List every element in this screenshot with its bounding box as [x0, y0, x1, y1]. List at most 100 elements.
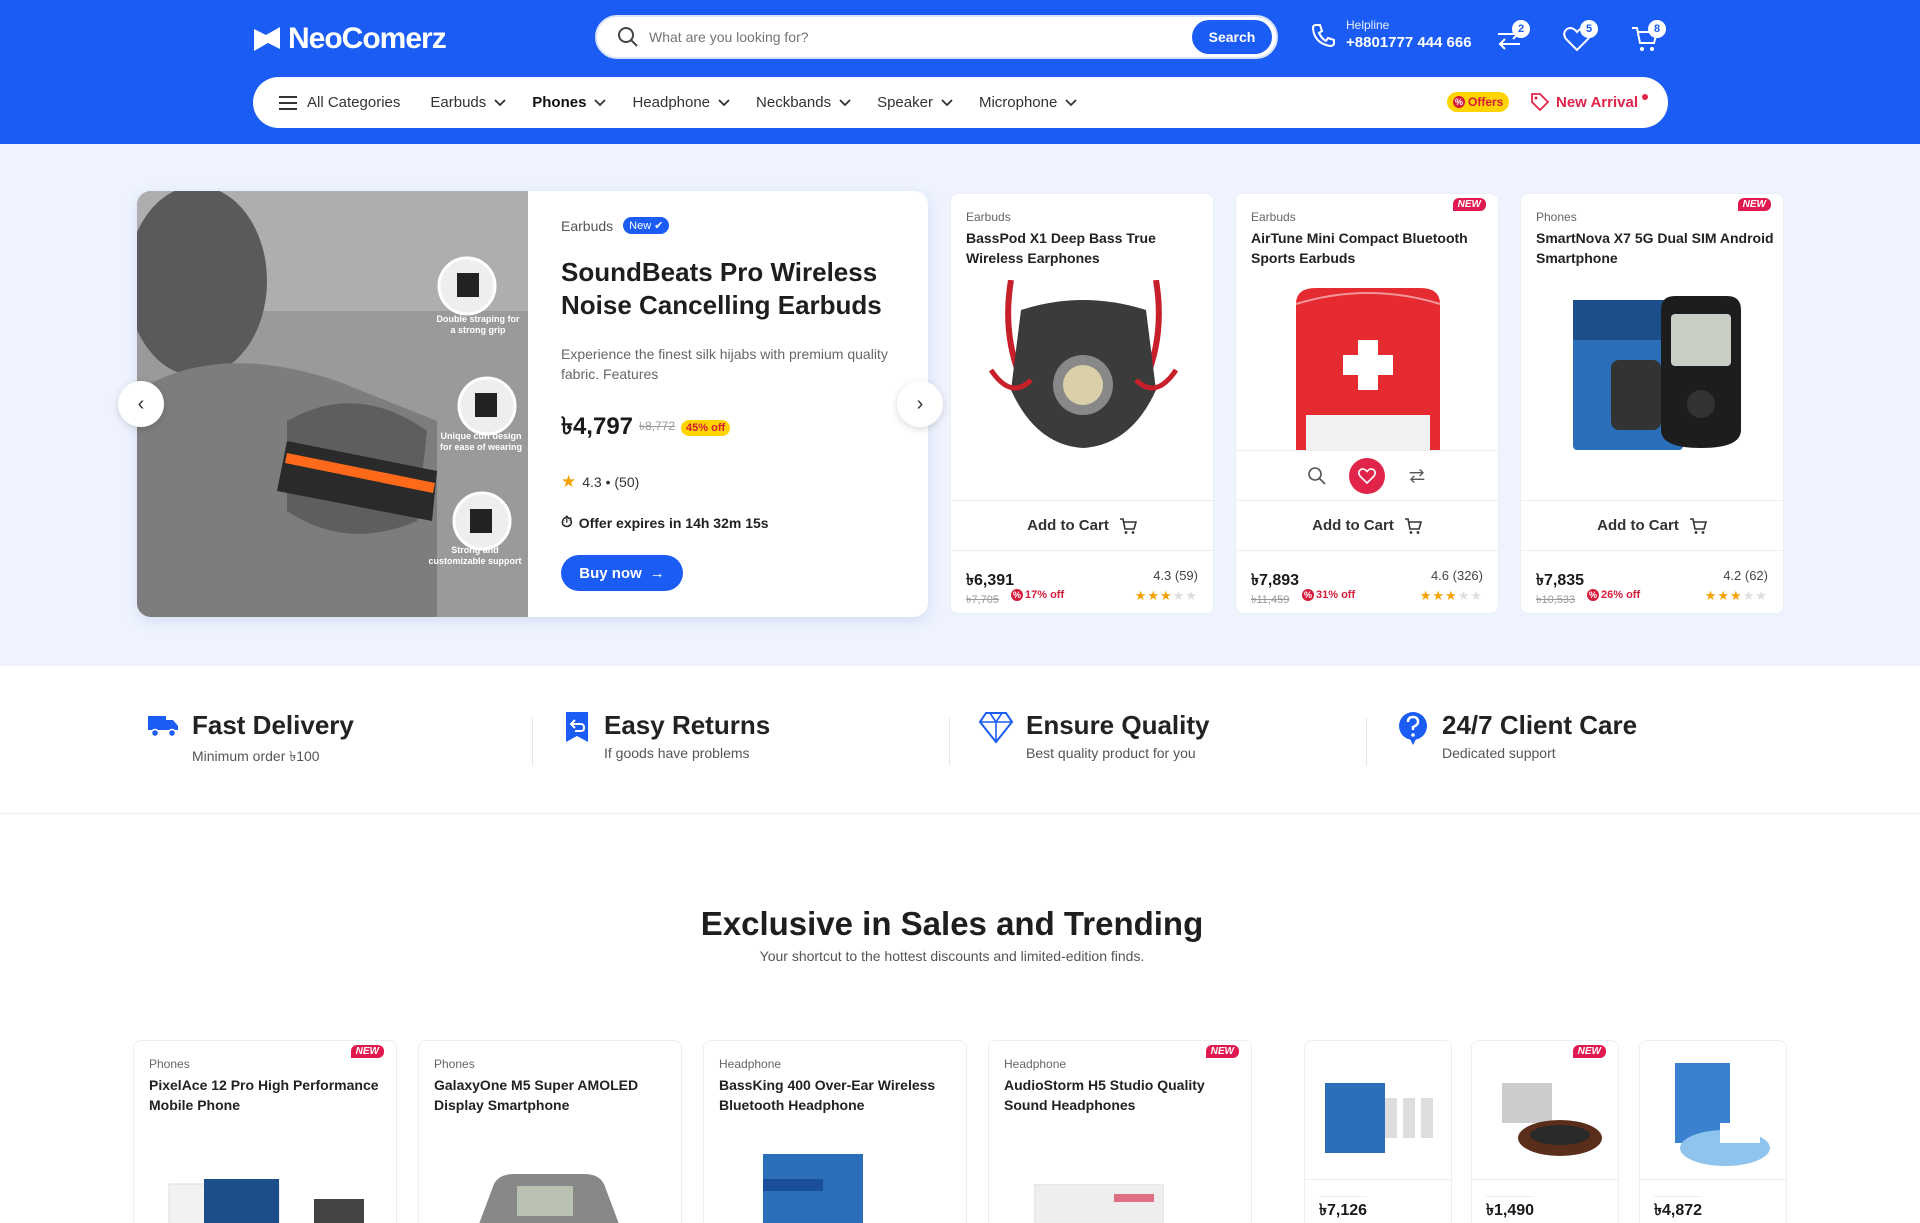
new-tag: NEW: [1205, 1045, 1239, 1058]
product-category: Headphone: [1004, 1057, 1067, 1071]
product-category: Earbuds: [966, 210, 1011, 224]
search-icon[interactable]: [1307, 466, 1327, 486]
product-image[interactable]: [164, 1174, 384, 1223]
site-header: NeoComerz Search Helpline +8801777 444 6…: [0, 0, 1920, 144]
product-old-price: ৳11,459: [1251, 594, 1290, 606]
section-title: Exclusive in Sales and Trending: [700, 905, 1204, 942]
discount-icon: %: [1587, 589, 1599, 601]
hero-description: Experience the finest silk hijabs with p…: [561, 346, 888, 382]
product-category: Phones: [434, 1057, 475, 1071]
all-categories-button[interactable]: All Categories: [279, 94, 400, 111]
product-image[interactable]: [479, 1174, 619, 1223]
product-name[interactable]: PixelAce 12 Pro High Performance Mobile …: [149, 1075, 389, 1115]
product-category: Headphone: [719, 1057, 782, 1071]
product-discount: % 17% off: [1011, 589, 1064, 601]
offer-icon: %: [1453, 96, 1465, 108]
product-category: Earbuds: [1251, 210, 1296, 224]
offers-link[interactable]: % Offers: [1447, 92, 1510, 112]
brand-logo[interactable]: NeoComerz: [252, 22, 447, 56]
hero-price: ৳4,797: [561, 413, 634, 440]
compare-button[interactable]: 2: [1494, 20, 1530, 54]
truck-icon: [148, 716, 178, 738]
divider: [1472, 1179, 1618, 1180]
nav-item-label: Earbuds: [430, 94, 487, 111]
product-name[interactable]: GalaxyOne M5 Super AMOLED Display Smartp…: [434, 1075, 674, 1115]
check-icon: ✔: [654, 220, 664, 232]
nav-item-microphone[interactable]: Microphone: [979, 94, 1077, 111]
hero-content: Earbuds New ✔ SoundBeats Pro Wireless Noi…: [561, 217, 901, 591]
respirator-mask-image[interactable]: [981, 280, 1185, 452]
product-card[interactable]: Earbuds AirTune Mini Compact Bluetooth S…: [1235, 193, 1499, 614]
star-icon: ★: [561, 472, 577, 491]
cart-icon: [1119, 517, 1137, 534]
product-image[interactable]: [1034, 1184, 1164, 1223]
nav-item-earbuds[interactable]: Earbuds: [430, 94, 506, 111]
product-image[interactable]: [758, 1154, 868, 1223]
product-card[interactable]: Phones GalaxyOne M5 Super AMOLED Display…: [418, 1040, 682, 1223]
product-name[interactable]: AudioStorm H5 Studio Quality Sound Headp…: [1004, 1075, 1244, 1115]
hero-image[interactable]: Double straping for a strong grip Unique…: [137, 191, 528, 617]
product-name[interactable]: BassPod X1 Deep Bass True Wireless Earph…: [966, 228, 1206, 268]
search-input[interactable]: [649, 29, 1192, 45]
product-image[interactable]: [1315, 1053, 1441, 1173]
cart-button[interactable]: 8: [1630, 20, 1666, 54]
product-price: ৳7,835: [1536, 572, 1585, 589]
offers-label: Offers: [1468, 95, 1504, 109]
helpline[interactable]: Helpline +8801777 444 666: [1310, 18, 1472, 51]
arrow-right-icon: →: [649, 564, 665, 582]
new-tag: NEW: [1737, 198, 1771, 211]
product-card[interactable]: Headphone AudioStorm H5 Studio Quality S…: [988, 1040, 1252, 1223]
product-discount: % 26% off: [1587, 589, 1640, 601]
hero-slide: Double straping for a strong grip Unique…: [137, 191, 928, 617]
search-button[interactable]: Search: [1192, 20, 1272, 54]
glucose-meter-image[interactable]: [1551, 280, 1755, 452]
nav-item-phones[interactable]: Phones: [532, 94, 607, 111]
product-card-small[interactable]: ৳7,126: [1304, 1040, 1452, 1223]
compare-icon[interactable]: [1407, 466, 1427, 486]
product-card-small[interactable]: ৳4,872: [1639, 1040, 1787, 1223]
nav-item-label: Microphone: [978, 94, 1058, 111]
carousel-prev-button[interactable]: ‹: [118, 381, 164, 427]
product-card[interactable]: Phones PixelAce 12 Pro High Performance …: [133, 1040, 397, 1223]
timer-icon: ⏱: [561, 514, 573, 531]
feature-title: Ensure Quality: [1026, 710, 1210, 740]
wishlist-active-button[interactable]: [1349, 457, 1385, 494]
compare-count: 2: [1512, 20, 1530, 38]
nav-item-label: Speaker: [877, 94, 933, 111]
product-footer: ৳6,391 ৳7,705 % 17% off 4.3 (59) ★★★★★: [951, 550, 1213, 614]
wishlist-button[interactable]: 5: [1562, 20, 1598, 54]
divider: [1366, 718, 1367, 766]
new-arrival-link[interactable]: New Arrival: [1530, 92, 1648, 112]
product-image[interactable]: [1650, 1053, 1776, 1173]
divider: [532, 718, 533, 766]
feature-subtitle: If goods have problems: [604, 745, 750, 761]
buy-now-label: Buy now: [579, 564, 642, 582]
hero-discount-badge: 45% off: [681, 420, 731, 436]
product-category: Phones: [1536, 210, 1577, 224]
feature-title: Fast Delivery: [192, 710, 354, 740]
buy-now-button[interactable]: Buy now →: [561, 555, 683, 591]
help-icon: [1399, 712, 1427, 745]
product-card[interactable]: Earbuds BassPod X1 Deep Bass True Wirele…: [950, 193, 1214, 614]
product-name[interactable]: SmartNova X7 5G Dual SIM Android Smartph…: [1536, 228, 1776, 268]
product-card-small[interactable]: NEW ৳1,490: [1471, 1040, 1619, 1223]
carousel-next-button[interactable]: ›: [897, 381, 943, 427]
nav-item-headphone[interactable]: Headphone: [632, 94, 730, 111]
return-icon: [566, 712, 588, 742]
first-aid-bag-image[interactable]: [1266, 280, 1470, 452]
product-rating: 4.6 (326): [1430, 568, 1483, 583]
wishlist-count: 5: [1580, 20, 1598, 38]
product-card[interactable]: Phones SmartNova X7 5G Dual SIM Android …: [1520, 193, 1784, 614]
chevron-left-icon: ‹: [137, 392, 145, 415]
nav-item-neckbands[interactable]: Neckbands: [756, 94, 851, 111]
product-image[interactable]: [1482, 1053, 1608, 1173]
cart-icon: [1689, 517, 1707, 534]
add-to-cart-button[interactable]: Add to Cart: [1521, 500, 1783, 550]
add-to-cart-button[interactable]: Add to Cart: [1236, 500, 1498, 550]
product-name[interactable]: AirTune Mini Compact Bluetooth Sports Ea…: [1251, 228, 1491, 268]
product-old-price: ৳7,705: [966, 594, 1000, 606]
nav-item-speaker[interactable]: Speaker: [877, 94, 953, 111]
product-card[interactable]: Headphone BassKing 400 Over-Ear Wireless…: [703, 1040, 967, 1223]
product-name[interactable]: BassKing 400 Over-Ear Wireless Bluetooth…: [719, 1075, 959, 1115]
add-to-cart-button[interactable]: Add to Cart: [951, 500, 1213, 550]
